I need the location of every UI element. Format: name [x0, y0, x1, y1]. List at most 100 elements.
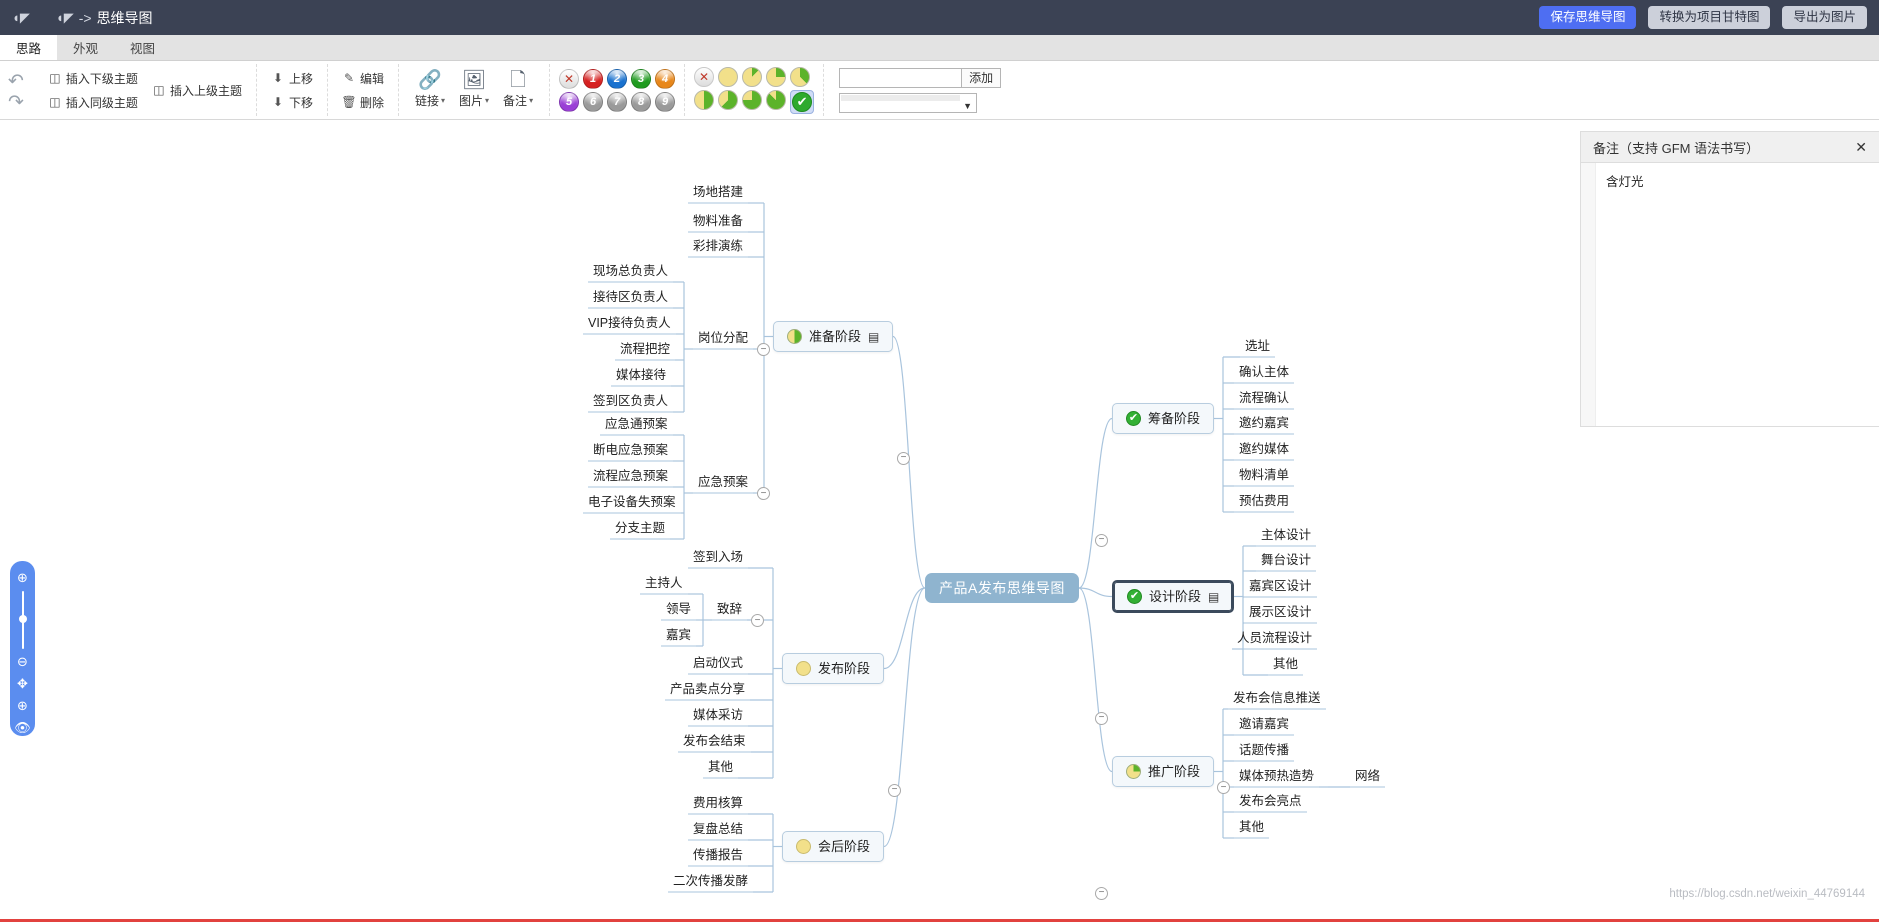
mindmap-node[interactable]: 传播报告	[688, 846, 748, 866]
mindmap-node[interactable]: 应急通预案	[600, 415, 673, 435]
mindmap-node[interactable]: 舞台设计	[1256, 551, 1316, 571]
mindmap-node[interactable]: 二次传播发酵	[668, 872, 753, 892]
insert-child-button[interactable]: ◫ 插入下级主题	[43, 68, 143, 89]
mindmap-node[interactable]: 彩排演练	[688, 237, 748, 257]
chevron-down-icon[interactable]: ▾	[485, 96, 489, 105]
progress-87[interactable]	[766, 89, 787, 110]
mindmap-node[interactable]: VIP接待负责人	[583, 314, 676, 334]
progress-none[interactable]: ✕	[694, 66, 715, 87]
mindmap-node[interactable]: 签到入场	[688, 548, 748, 568]
move-icon[interactable]: ✥	[17, 677, 28, 690]
priority-badge-5[interactable]: 5	[559, 91, 580, 112]
mindmap-node[interactable]: 网络	[1350, 767, 1385, 787]
progress-selected-wrap[interactable]: ✔	[790, 89, 815, 114]
mindmap-node[interactable]: 邀约媒体	[1234, 440, 1294, 460]
priority-badge-7[interactable]: 7	[607, 91, 628, 112]
mindmap-branch-node[interactable]: 准备阶段 ▤	[773, 321, 894, 352]
mindmap-node[interactable]: 流程把控	[615, 340, 675, 360]
priority-badge-6[interactable]: 6	[583, 91, 604, 112]
export-image-button[interactable]: 导出为图片	[1782, 6, 1867, 29]
tab-shiTu[interactable]: 视图	[114, 35, 171, 60]
mindmap-node[interactable]: 场地搭建	[688, 183, 748, 203]
progress-25[interactable]	[766, 66, 787, 87]
collapse-toggle[interactable]: −	[757, 487, 770, 500]
move-up-button[interactable]: ⬇ 上移	[266, 68, 318, 89]
progress-75[interactable]	[742, 89, 763, 110]
mindmap-node[interactable]: 媒体预热造势	[1234, 767, 1319, 787]
mindmap-node[interactable]: 接待区负责人	[588, 288, 673, 308]
mindmap-node[interactable]: 媒体采访	[688, 706, 748, 726]
mindmap-node[interactable]: 其他	[703, 758, 738, 778]
mindmap-node[interactable]: 展示区设计	[1244, 603, 1317, 623]
progress-100[interactable]: ✔	[792, 91, 813, 112]
chevron-down-icon[interactable]: ▾	[529, 96, 533, 105]
center-icon[interactable]: ⊕	[17, 699, 28, 712]
tab-siLu[interactable]: 思路	[0, 35, 58, 60]
progress-37[interactable]	[790, 66, 811, 87]
save-mindmap-button[interactable]: 保存思维导图	[1539, 6, 1637, 29]
mindmap-node[interactable]: 流程确认	[1234, 389, 1294, 409]
eye-icon[interactable]: 👁	[14, 721, 31, 734]
mindmap-node[interactable]: 物料准备	[688, 212, 748, 232]
tab-waiGuan[interactable]: 外观	[57, 35, 114, 60]
mindmap-node[interactable]: 人员流程设计	[1232, 629, 1317, 649]
tag-select[interactable]: ▼	[839, 92, 978, 113]
progress-62[interactable]	[718, 89, 739, 110]
mindmap-node[interactable]: 媒体接待	[611, 366, 671, 386]
insert-parent-button[interactable]: ◫ 插入上级主题	[147, 80, 247, 101]
app-logo-icon[interactable]: ◖◤	[12, 10, 30, 26]
mindmap-node[interactable]: 嘉宾	[661, 626, 696, 646]
zoom-in-icon[interactable]: ⊕	[17, 571, 28, 584]
mindmap-node[interactable]: 启动仪式	[688, 654, 748, 674]
priority-badge-1[interactable]: 1	[583, 68, 604, 89]
delete-button[interactable]: 🗑 删除	[337, 92, 389, 113]
mindmap-node[interactable]: 物料清单	[1234, 466, 1294, 486]
mindmap-node[interactable]: 应急预案	[693, 473, 753, 493]
mindmap-node[interactable]: 现场总负责人	[588, 262, 673, 282]
redo-icon[interactable]: ↷	[8, 93, 24, 112]
mindmap-node[interactable]: 领导	[661, 600, 696, 620]
link-button[interactable]: 🔗 链接 ▾	[408, 69, 452, 111]
mindmap-node[interactable]: 费用核算	[688, 794, 748, 814]
mindmap-branch-node[interactable]: ✔ 筹备阶段	[1112, 403, 1215, 434]
priority-badge-3[interactable]: 3	[631, 68, 652, 89]
insert-sibling-button[interactable]: ◫ 插入同级主题	[43, 92, 143, 113]
mindmap-node[interactable]: 复盘总结	[688, 820, 748, 840]
notes-text[interactable]: 含灯光	[1596, 163, 1879, 426]
mindmap-node[interactable]: 致辞	[712, 600, 747, 620]
zoom-slider[interactable]	[18, 591, 27, 649]
mindmap-node[interactable]: 断电应急预案	[588, 441, 673, 461]
mindmap-node[interactable]: 话题传播	[1234, 741, 1294, 761]
mindmap-node[interactable]: 其他	[1234, 818, 1269, 838]
mindmap-node[interactable]: 主持人	[640, 574, 688, 594]
mindmap-node[interactable]: 发布会结束	[678, 732, 751, 752]
tag-input[interactable]	[839, 67, 962, 88]
close-icon[interactable]: ✕	[1855, 139, 1867, 156]
image-button[interactable]: 🖼 图片 ▾	[452, 69, 496, 111]
collapse-toggle[interactable]: −	[888, 783, 901, 797]
mindmap-node[interactable]: 发布会亮点	[1234, 792, 1307, 812]
collapse-toggle[interactable]: −	[1095, 711, 1108, 725]
mindmap-node[interactable]: 分支主题	[610, 519, 670, 539]
mindmap-node[interactable]: 预估费用	[1234, 492, 1294, 512]
collapse-toggle[interactable]: −	[1095, 533, 1108, 547]
collapse-toggle[interactable]: −	[897, 451, 910, 465]
mindmap-node[interactable]: 电子设备失预案	[583, 493, 681, 513]
mindmap-branch-node[interactable]: 推广阶段	[1112, 756, 1215, 787]
collapse-toggle[interactable]: −	[1217, 781, 1230, 794]
mindmap-branch-node[interactable]: 会后阶段	[782, 831, 885, 862]
chevron-down-icon[interactable]: ▾	[441, 96, 445, 105]
priority-badge-4[interactable]: 4	[655, 68, 676, 89]
mindmap-node[interactable]: 邀约嘉宾	[1234, 414, 1294, 434]
note-button[interactable]: 🗋 备注 ▾	[496, 69, 540, 111]
mindmap-node[interactable]: 确认主体	[1234, 363, 1294, 383]
mindmap-root-node[interactable]: 产品A发布思维导图	[925, 573, 1079, 603]
note-indicator-icon[interactable]: ▤	[1208, 591, 1219, 603]
mindmap-branch-node[interactable]: 发布阶段	[782, 653, 885, 684]
mindmap-branch-node[interactable]: ✔ 设计阶段 ▤	[1112, 580, 1235, 613]
mindmap-node[interactable]: 流程应急预案	[588, 467, 673, 487]
mindmap-node[interactable]: 产品卖点分享	[665, 680, 750, 700]
collapse-toggle[interactable]: −	[751, 614, 764, 627]
mindmap-node[interactable]: 签到区负责人	[588, 392, 673, 412]
progress-0[interactable]	[718, 66, 739, 87]
